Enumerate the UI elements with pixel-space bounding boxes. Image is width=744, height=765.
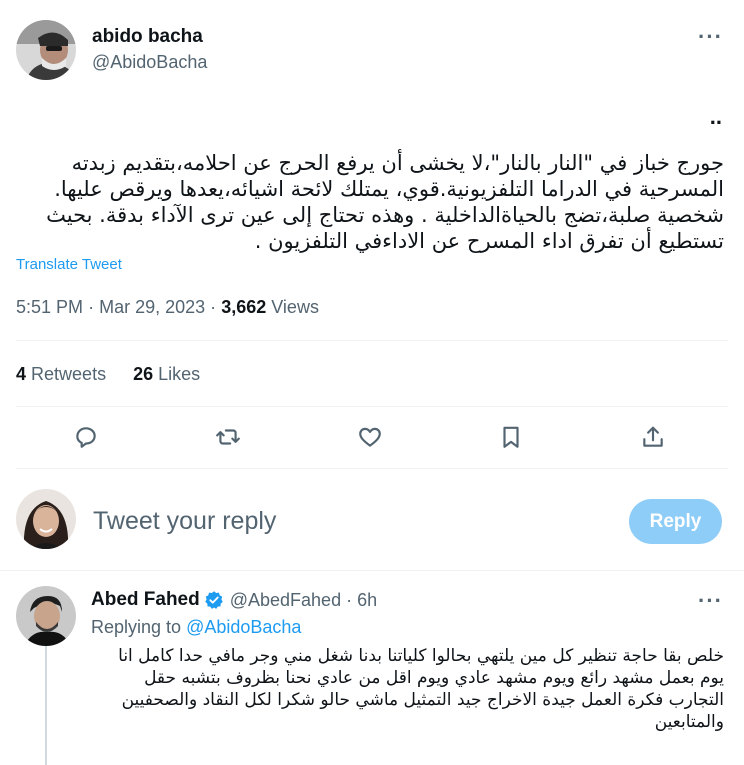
more-options-icon[interactable]: ··· xyxy=(698,26,723,48)
replying-to-link[interactable]: @AbidoBacha xyxy=(186,617,301,637)
user-avatar[interactable] xyxy=(16,489,76,549)
tweet-actions xyxy=(0,414,744,460)
meta-separator: · xyxy=(88,297,95,317)
retweets-count: 4 xyxy=(16,364,27,384)
divider xyxy=(16,468,728,469)
reply-more-options-icon[interactable]: ··· xyxy=(698,590,723,612)
reply-time[interactable]: 6h xyxy=(357,590,377,610)
divider xyxy=(16,406,728,407)
tweet-meta: 5:51 PM · Mar 29, 2023 · 3,662 Views xyxy=(16,297,319,318)
replying-to: Replying to @AbidoBacha xyxy=(91,617,301,638)
author-name[interactable]: abido bacha xyxy=(92,26,203,48)
reply-separator: · xyxy=(346,589,353,610)
reply-input[interactable]: Tweet your reply xyxy=(93,507,276,536)
tweet-time[interactable]: 5:51 PM xyxy=(16,297,83,317)
divider xyxy=(0,570,744,571)
retweet-icon[interactable] xyxy=(211,420,245,454)
divider xyxy=(16,340,728,341)
reply-icon[interactable] xyxy=(69,420,103,454)
reply-author-row: Abed Fahed @AbedFahed · 6h xyxy=(91,589,377,611)
bookmark-icon[interactable] xyxy=(494,420,528,454)
meta-separator: · xyxy=(210,297,217,317)
retweets-stat[interactable]: 4 Retweets xyxy=(16,364,106,385)
tweet-stats: 4 Retweets 26 Likes xyxy=(16,364,222,385)
likes-label: Likes xyxy=(158,364,201,384)
likes-count: 26 xyxy=(133,364,154,384)
tweet-text: جورج خباز في "النار بالنار"،لا يخشى أن ي… xyxy=(46,151,724,253)
author-handle[interactable]: @AbidoBacha xyxy=(92,52,207,73)
share-icon[interactable] xyxy=(636,420,670,454)
verified-badge-icon xyxy=(204,591,223,609)
reply-author-name[interactable]: Abed Fahed xyxy=(91,589,200,611)
likes-stat[interactable]: 26 Likes xyxy=(133,364,200,385)
like-icon[interactable] xyxy=(353,420,387,454)
translate-tweet-link[interactable]: Translate Tweet xyxy=(16,256,122,273)
reply-text: خلص بقا حاجة تنظير كل مين يلتهي بحالوا ك… xyxy=(118,646,724,732)
views-label: Views xyxy=(271,297,319,317)
reply-author-avatar[interactable] xyxy=(16,586,76,646)
reply-handle-text[interactable]: @AbedFahed xyxy=(230,590,341,610)
author-avatar[interactable] xyxy=(16,20,76,80)
views-count: 3,662 xyxy=(221,297,267,317)
tweet-date[interactable]: Mar 29, 2023 xyxy=(99,297,205,317)
reply-button[interactable]: Reply xyxy=(629,499,722,544)
replying-prefix: Replying to xyxy=(91,617,182,637)
retweets-label: Retweets xyxy=(31,364,107,384)
thread-line xyxy=(45,646,47,765)
reply-author-handle: @AbedFahed · 6h xyxy=(230,590,377,611)
tweet-dots: .. xyxy=(709,104,722,129)
